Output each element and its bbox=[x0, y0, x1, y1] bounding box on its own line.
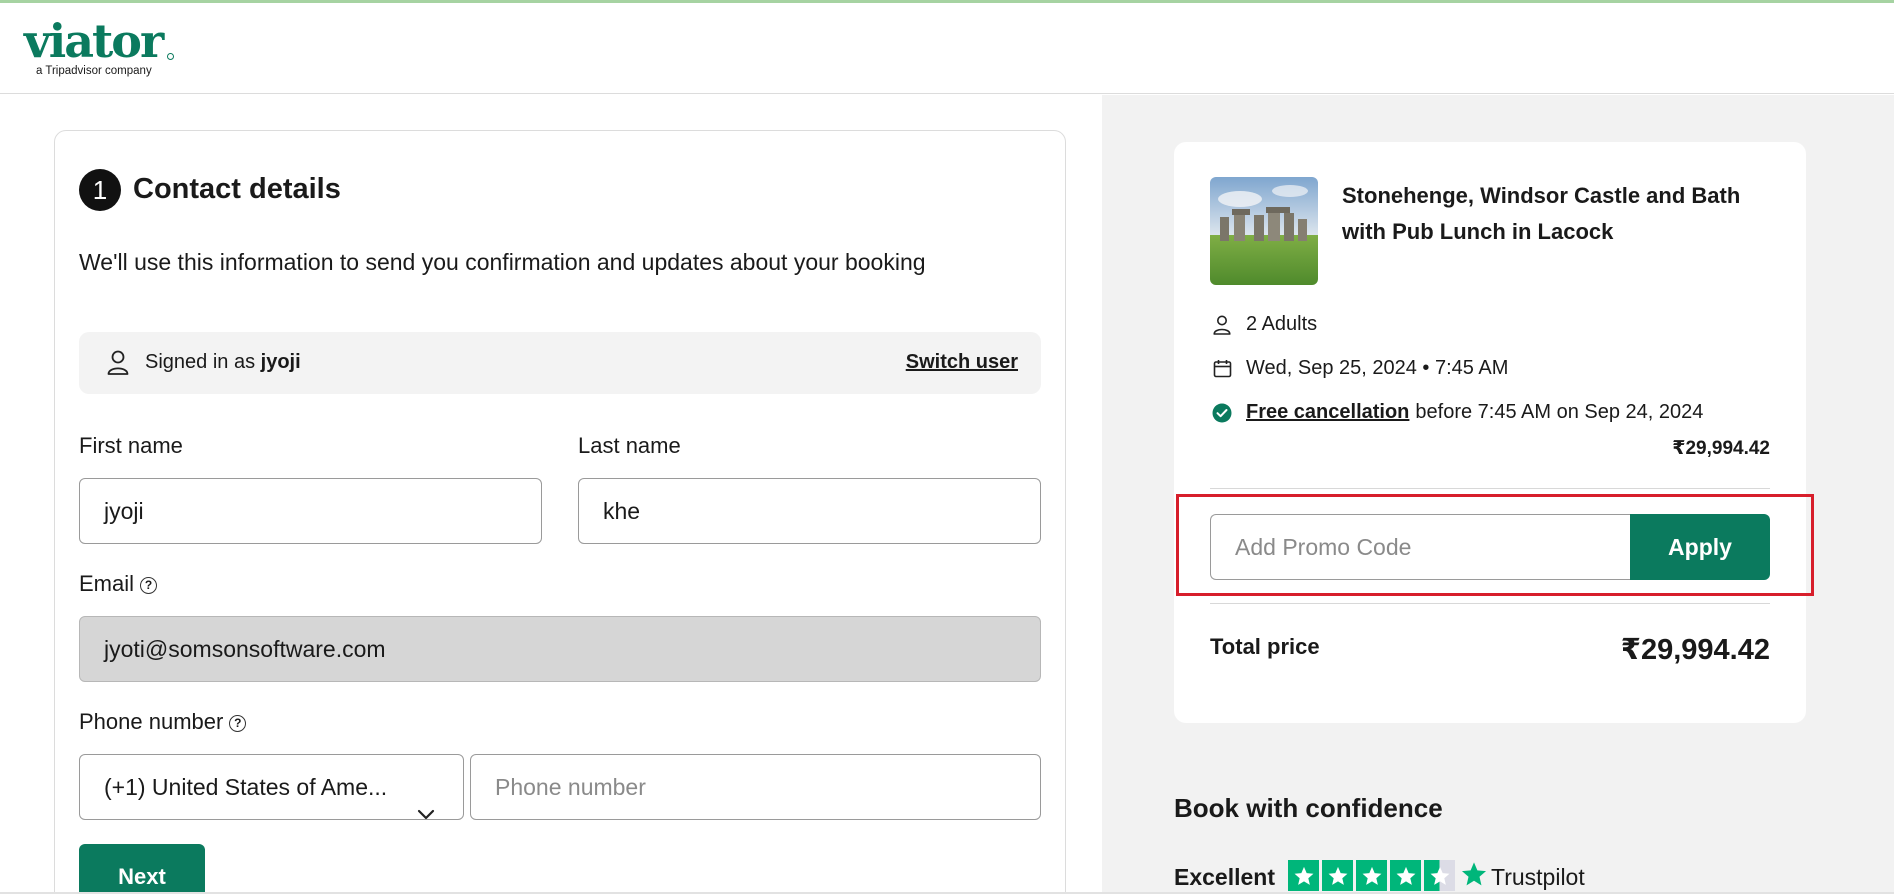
tour-title[interactable]: Stonehenge, Windsor Castle and Bath with… bbox=[1342, 178, 1782, 250]
date-row: Wed, Sep 25, 2024 • 7:45 AM bbox=[1210, 357, 1508, 380]
contact-details-title: Contact details bbox=[133, 173, 341, 205]
logo-registered-mark bbox=[167, 53, 174, 60]
star-icon bbox=[1356, 860, 1387, 891]
contact-details-card: 1 Contact details We'll use this informa… bbox=[54, 130, 1066, 894]
promo-code-input[interactable]: Add Promo Code bbox=[1210, 514, 1630, 580]
star-half-icon bbox=[1424, 860, 1455, 891]
check-circle-icon bbox=[1210, 403, 1234, 423]
book-with-confidence-heading: Book with confidence bbox=[1174, 793, 1443, 823]
free-cancellation-link[interactable]: Free cancellation bbox=[1246, 401, 1409, 424]
step-number-badge: 1 bbox=[79, 169, 121, 211]
viator-logo[interactable]: viator a Tripadvisor company bbox=[24, 14, 174, 77]
user-icon bbox=[107, 350, 129, 380]
tour-thumbnail[interactable] bbox=[1210, 177, 1318, 285]
question-circle-icon[interactable]: ? bbox=[140, 577, 158, 594]
chevron-down-icon bbox=[417, 781, 435, 845]
logo-wordmark: viator bbox=[24, 14, 164, 68]
divider bbox=[1210, 488, 1770, 489]
first-name-label: First name bbox=[79, 433, 183, 458]
signed-in-text: Signed in as jyoji bbox=[145, 351, 301, 374]
trustpilot-logo[interactable]: Trustpilot bbox=[1460, 860, 1585, 894]
cancellation-detail: before 7:45 AM on Sep 24, 2024 bbox=[1415, 401, 1704, 423]
question-circle-icon[interactable]: ? bbox=[229, 715, 247, 732]
divider bbox=[1210, 603, 1770, 604]
contact-details-description: We'll use this information to send you c… bbox=[79, 249, 926, 275]
star-icon bbox=[1288, 860, 1319, 891]
signed-in-banner: Signed in as jyoji Switch user bbox=[79, 332, 1041, 394]
signed-in-username: jyoji bbox=[260, 351, 301, 373]
country-code-select[interactable]: (+1) United States of Ame... bbox=[79, 754, 464, 820]
phone-label: Phone number? bbox=[79, 709, 247, 735]
logo-tagline: a Tripadvisor company bbox=[36, 65, 152, 77]
subtotal-price: ₹29,994.42 bbox=[1672, 438, 1770, 459]
last-name-field[interactable]: khe bbox=[578, 478, 1041, 544]
signed-in-prefix: Signed in as bbox=[145, 351, 256, 373]
total-price-label: Total price bbox=[1210, 634, 1320, 659]
user-icon bbox=[1210, 315, 1234, 335]
email-field: jyoti@somsonsoftware.com bbox=[79, 616, 1041, 682]
apply-promo-button[interactable]: Apply bbox=[1630, 514, 1770, 580]
star-icon bbox=[1390, 860, 1421, 891]
country-code-value: (+1) United States of Ame... bbox=[104, 774, 388, 800]
trustpilot-stars bbox=[1288, 860, 1455, 891]
first-name-field[interactable]: jyoji bbox=[79, 478, 542, 544]
total-price-value: ₹29,994.42 bbox=[1620, 634, 1770, 666]
next-button[interactable]: Next bbox=[79, 844, 205, 894]
star-icon bbox=[1460, 860, 1488, 894]
email-label-text: Email bbox=[79, 571, 135, 596]
travelers-row: 2 Adults bbox=[1210, 313, 1317, 336]
star-icon bbox=[1322, 860, 1353, 891]
cancellation-row: Free cancellation before 7:45 AM on Sep … bbox=[1210, 401, 1703, 424]
phone-label-text: Phone number bbox=[79, 709, 224, 734]
last-name-label: Last name bbox=[578, 433, 681, 458]
email-label: Email? bbox=[79, 571, 158, 597]
rating-label: Excellent bbox=[1174, 864, 1275, 890]
date-text: Wed, Sep 25, 2024 • 7:45 AM bbox=[1246, 357, 1509, 379]
site-header: viator a Tripadvisor company bbox=[0, 3, 1894, 94]
trustpilot-label: Trustpilot bbox=[1491, 863, 1585, 890]
phone-number-input[interactable]: Phone number bbox=[470, 754, 1041, 820]
travelers-text: 2 Adults bbox=[1246, 313, 1318, 335]
calendar-icon bbox=[1210, 359, 1234, 378]
switch-user-link[interactable]: Switch user bbox=[906, 351, 1018, 374]
